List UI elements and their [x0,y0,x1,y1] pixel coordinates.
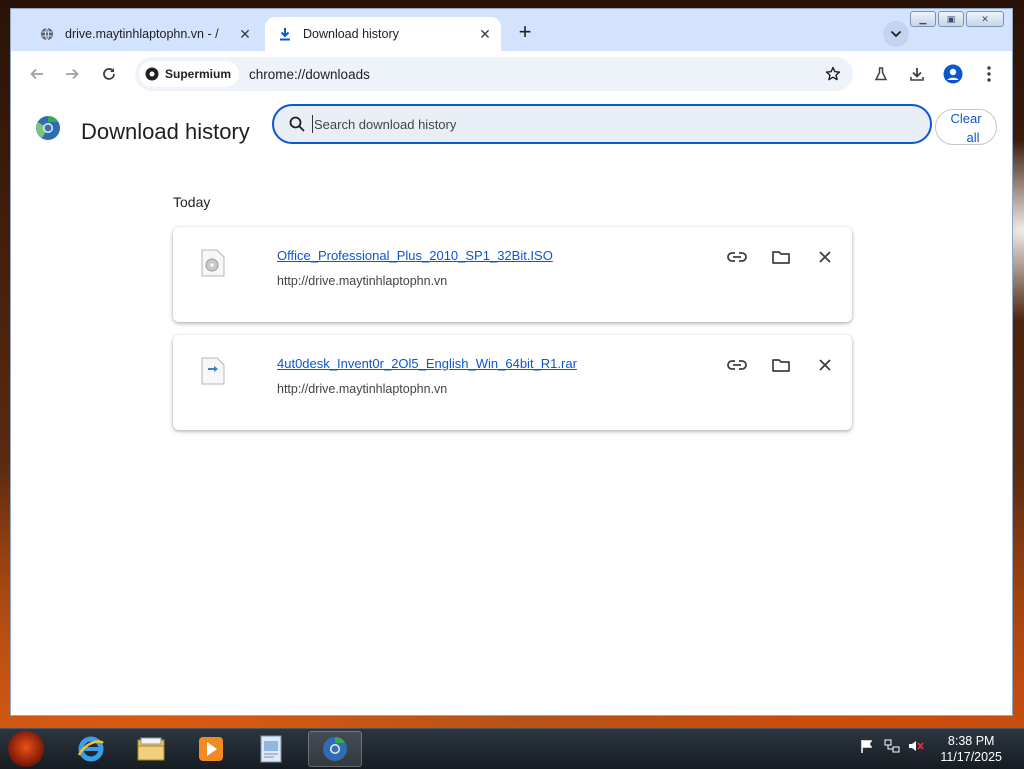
tab-drive[interactable]: drive.maytinhlaptophn.vn - / ✕ [29,17,261,51]
document-app-icon[interactable] [244,731,298,767]
window-controls: ▁ ▣ ✕ [910,11,1004,27]
volume-muted-icon[interactable] [908,739,924,756]
remove-item-icon[interactable] [813,245,837,269]
clear-all-label-line1: Clear [950,111,982,126]
back-button[interactable] [25,62,49,86]
tab-close-icon[interactable]: ✕ [475,24,495,44]
window-close-button[interactable]: ✕ [966,11,1004,27]
copy-link-icon[interactable] [725,353,749,377]
clock-time: 8:38 PM [947,734,995,748]
tab-search-button[interactable] [883,21,909,47]
new-tab-button[interactable]: + [513,21,537,45]
reload-button[interactable] [97,62,121,86]
file-source-url[interactable]: http://drive.maytinhlaptophn.vn [277,274,447,288]
start-button[interactable] [8,731,44,767]
maximize-button[interactable]: ▣ [938,11,964,27]
address-bar[interactable]: Supermium chrome://downloads [135,57,853,91]
media-player-icon[interactable] [184,731,238,767]
search-icon [289,116,305,132]
system-clock[interactable]: 8:38 PM 11/17/2025 [940,733,1002,765]
supermium-icon [145,67,159,81]
network-icon[interactable] [884,739,900,756]
arrow-right-icon [66,68,79,80]
labs-flask-icon[interactable] [869,62,893,86]
tab-label: Download history [303,27,399,41]
file-name-link[interactable]: Office_Professional_Plus_2010_SP1_32Bit.… [277,248,553,263]
site-info-chip[interactable]: Supermium [139,61,240,87]
download-item: 4ut0desk_Invent0r_2Ol5_English_Win_64bit… [173,335,852,430]
reload-icon [103,68,115,80]
clear-all-button[interactable]: Clear all [935,109,997,145]
forward-button[interactable] [60,62,84,86]
tab-close-icon[interactable]: ✕ [235,24,255,44]
file-name-link[interactable]: 4ut0desk_Invent0r_2Ol5_English_Win_64bit… [277,356,577,371]
action-center-flag-icon[interactable] [860,739,874,756]
bookmark-star-icon[interactable] [823,64,843,84]
arrow-left-icon [30,68,43,80]
chevron-down-icon [890,30,902,38]
tab-label: drive.maytinhlaptophn.vn - / [65,27,219,41]
globe-icon [39,26,55,42]
browser-window: drive.maytinhlaptophn.vn - / ✕ Download … [10,8,1013,716]
show-in-folder-icon[interactable] [769,245,793,269]
show-in-folder-icon[interactable] [769,353,793,377]
tab-strip: drive.maytinhlaptophn.vn - / ✕ Download … [11,9,1012,51]
tab-download-history[interactable]: Download history ✕ [265,17,501,51]
downloads-page: Download history Clear all Today Office_… [11,97,1012,715]
clear-all-label-line2: all [966,130,980,145]
chip-label: Supermium [165,67,232,81]
supermium-logo-icon [36,116,60,140]
supermium-taskbar-icon[interactable] [308,731,362,767]
profile-avatar-icon[interactable] [941,62,965,86]
disc-file-icon [201,249,225,277]
download-icon [277,26,293,42]
taskbar: 8:38 PM 11/17/2025 [0,728,1024,769]
date-header: Today [173,194,211,210]
page-title: Download history [81,119,250,144]
menu-kebab-icon[interactable] [977,62,1001,86]
search-downloads-box[interactable] [272,104,932,144]
file-source-url[interactable]: http://drive.maytinhlaptophn.vn [277,382,447,396]
file-explorer-icon[interactable] [124,731,178,767]
search-input[interactable] [312,115,930,133]
browser-toolbar: Supermium chrome://downloads [11,51,1012,98]
url-text[interactable]: chrome://downloads [249,67,370,82]
archive-file-icon [201,357,225,385]
download-item: Office_Professional_Plus_2010_SP1_32Bit.… [173,227,852,322]
clock-date: 11/17/2025 [940,750,1002,764]
minimize-button[interactable]: ▁ [910,11,936,27]
downloads-toolbar-icon[interactable] [905,62,929,86]
copy-link-icon[interactable] [725,245,749,269]
remove-item-icon[interactable] [813,353,837,377]
internet-explorer-icon[interactable] [64,731,118,767]
